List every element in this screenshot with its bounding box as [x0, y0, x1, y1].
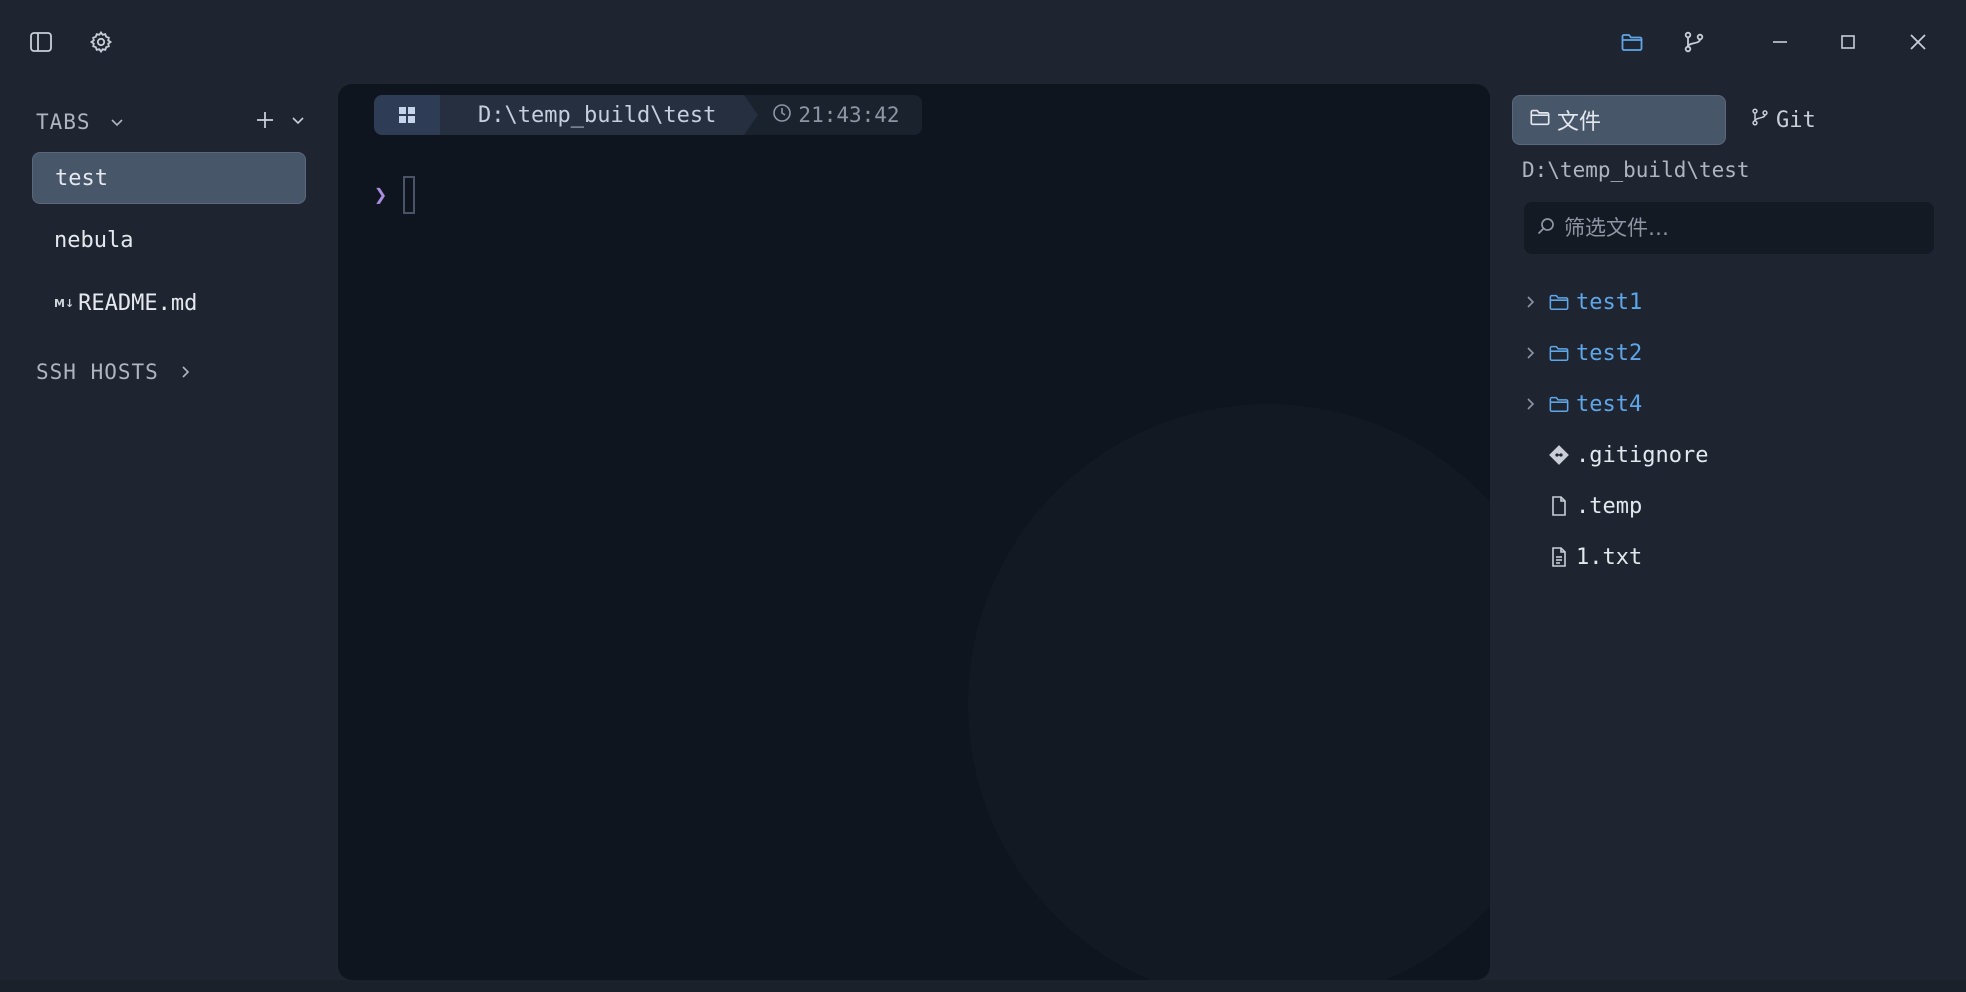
title-bar [0, 0, 1966, 84]
prompt-symbol: ❯ [374, 182, 388, 208]
chevron-right-icon[interactable] [1520, 346, 1542, 360]
bottom-edge [0, 980, 1966, 992]
tab-label: 文件 [1557, 110, 1602, 135]
git-branch-icon [1750, 107, 1776, 133]
tree-item-folder[interactable]: test2 [1520, 333, 1642, 373]
folder-icon [1529, 106, 1557, 134]
folder-icon [1542, 292, 1576, 312]
folder-icon [1542, 394, 1576, 414]
tree-item-label: test1 [1576, 289, 1643, 315]
clock-icon [772, 103, 798, 128]
chevron-right-icon [177, 364, 193, 380]
tabs-heading: TABS [36, 110, 91, 134]
settings-gear-icon[interactable] [79, 20, 123, 64]
prompt-status-bar: D:\temp_build\test 21:43:42 [374, 95, 922, 135]
tree-item-file[interactable]: .temp [1520, 486, 1642, 526]
files-view-folder-icon[interactable] [1610, 20, 1654, 64]
ssh-hosts-section-header[interactable]: SSH HOSTS [36, 354, 193, 390]
tree-item-folder[interactable]: test1 [1520, 282, 1642, 322]
terminal-pane[interactable]: D:\temp_build\test 21:43:42 ❯ [338, 84, 1490, 980]
file-explorer-panel: 文件 Git D:\temp_build\test test1 [1502, 84, 1966, 992]
current-directory: D:\temp_build\test [1522, 158, 1750, 182]
chevron-down-icon [109, 114, 125, 130]
prompt-time: 21:43:42 [744, 95, 922, 135]
tree-item-label: test2 [1576, 340, 1643, 366]
close-icon[interactable] [1896, 20, 1940, 64]
tab-git[interactable]: Git [1746, 95, 1886, 145]
ssh-hosts-heading: SSH HOSTS [36, 360, 159, 384]
new-tab-button[interactable] [254, 104, 306, 140]
windows-icon [374, 95, 454, 135]
prompt-path: D:\temp_build\test [440, 95, 759, 135]
app-window: TABS test nebula M↓ README.md SSH HOSTS [0, 0, 1966, 992]
tree-item-label: .gitignore [1576, 442, 1709, 468]
chevron-right-icon[interactable] [1520, 397, 1542, 411]
filter-input[interactable] [1562, 215, 1926, 241]
git-branch-view-icon[interactable] [1672, 20, 1716, 64]
chevron-down-icon [290, 112, 306, 132]
tabs-section-header[interactable]: TABS [36, 104, 125, 140]
tab-label: test [55, 165, 108, 191]
search-icon [1536, 216, 1556, 240]
tab-label: Git [1776, 107, 1816, 133]
tab-item-readme[interactable]: M↓ README.md [32, 277, 306, 329]
text-cursor [403, 176, 416, 214]
tab-item-test[interactable]: test [32, 152, 306, 204]
plus-icon [254, 109, 276, 135]
tab-label: nebula [54, 227, 134, 253]
tree-item-file[interactable]: 1.txt [1520, 537, 1642, 577]
tree-item-label: 1.txt [1576, 544, 1643, 570]
current-path-text: D:\temp_build\test [478, 102, 717, 128]
maximize-icon[interactable] [1826, 20, 1870, 64]
markdown-icon: M↓ [54, 296, 75, 310]
time-text: 21:43:42 [798, 103, 900, 127]
toggle-sidebar-icon[interactable] [19, 20, 63, 64]
tree-item-file[interactable]: .gitignore [1520, 435, 1708, 475]
command-line[interactable]: ❯ [374, 176, 416, 214]
tab-label: README.md [78, 290, 198, 316]
chevron-right-icon[interactable] [1520, 295, 1542, 309]
minimize-icon[interactable] [1758, 20, 1802, 64]
tree-item-label: .temp [1576, 493, 1643, 519]
file-filter[interactable] [1524, 202, 1934, 254]
text-file-icon [1542, 546, 1576, 568]
sidebar: TABS test nebula M↓ README.md SSH HOSTS [0, 84, 338, 992]
file-icon [1542, 495, 1576, 517]
git-file-icon [1542, 444, 1576, 466]
tab-files[interactable]: 文件 [1512, 95, 1726, 145]
tab-item-nebula[interactable]: nebula [32, 214, 306, 266]
tree-item-label: test4 [1576, 391, 1643, 417]
folder-icon [1542, 343, 1576, 363]
background-watermark [968, 404, 1490, 980]
tree-item-folder[interactable]: test4 [1520, 384, 1642, 424]
